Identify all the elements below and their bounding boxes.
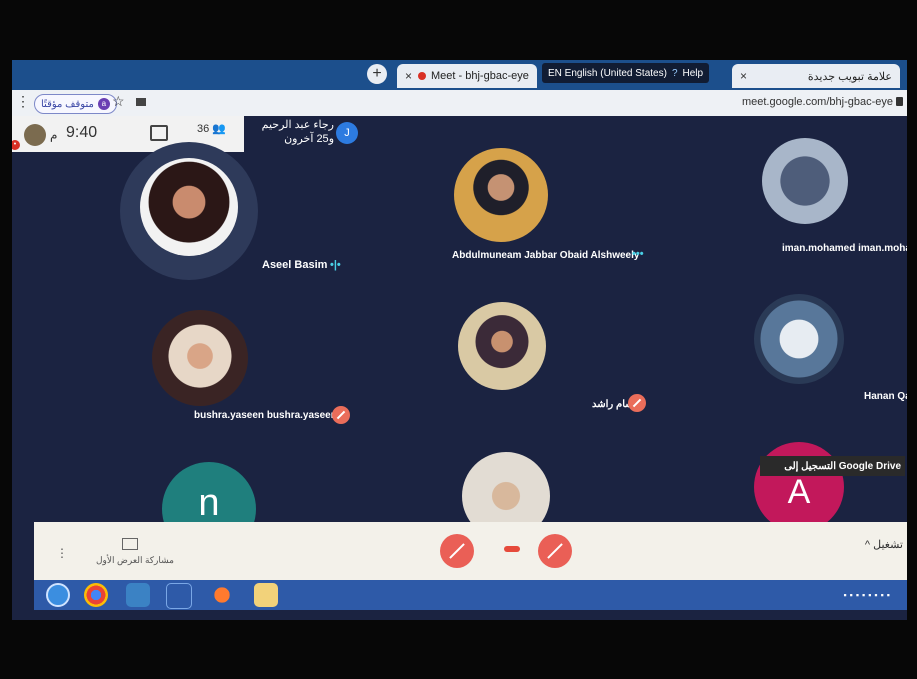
- participant-name: iman.mohamed iman.mohar: [782, 243, 907, 254]
- participant-avatar: [152, 310, 248, 406]
- os-taskbar: ▪▪▪▪▪▪▪▪: [34, 580, 907, 610]
- menu-dots-icon[interactable]: ⋮: [16, 93, 30, 110]
- participants-button[interactable]: 36 👥: [197, 122, 226, 135]
- mic-off-icon: [332, 406, 350, 424]
- help-label: Help: [682, 67, 704, 79]
- url-field[interactable]: meet.google.com/bhj-gbac-eye: [742, 96, 893, 108]
- presenter-avatar: J: [336, 122, 358, 144]
- hangup-button[interactable]: [504, 546, 520, 552]
- tab-title: Meet - bhj-gbac-eye: [431, 70, 529, 82]
- bookmark-star-icon[interactable]: ☆: [112, 93, 125, 110]
- start-button[interactable]: [46, 583, 70, 607]
- tab-new[interactable]: × علامة تبويب جديدة: [732, 64, 900, 88]
- folder-icon[interactable]: [254, 583, 278, 607]
- extension-icon[interactable]: [136, 98, 146, 106]
- language-indicator[interactable]: EN English (United States) ? Help: [542, 63, 710, 83]
- clock-time: 9:40: [66, 124, 98, 141]
- participant-name: Aseel Basim: [262, 259, 328, 271]
- mic-off-icon: [628, 394, 646, 412]
- participant-avatar: [454, 148, 548, 242]
- help-icon: ?: [671, 67, 678, 79]
- close-tab-icon[interactable]: ×: [405, 69, 412, 83]
- chat-icon[interactable]: [150, 125, 168, 141]
- close-tab-icon[interactable]: ×: [740, 69, 747, 83]
- speaking-icon: •|•: [330, 259, 341, 271]
- meeting-control-bar: ⋮ مشاركة العرض الأول ^ تشغيل: [34, 522, 907, 580]
- screen: + × Meet - bhj-gbac-eye EN English (Unit…: [12, 60, 907, 620]
- participant-avatar: [140, 158, 238, 256]
- camera-off-button[interactable]: [440, 534, 474, 568]
- app-icon[interactable]: [210, 583, 234, 607]
- more-options-icon[interactable]: ⋮: [56, 546, 68, 560]
- participant-avatar: [458, 302, 546, 390]
- self-avatar[interactable]: [24, 124, 46, 146]
- more-options-icon[interactable]: •••: [632, 248, 644, 260]
- tab-meet[interactable]: × Meet - bhj-gbac-eye: [397, 64, 537, 88]
- mic-off-button[interactable]: [538, 534, 572, 568]
- present-icon[interactable]: [122, 538, 138, 550]
- recording-icon: [418, 72, 427, 80]
- address-bar: ⋮ متوقف مؤقتًا a ☆ meet.google.com/bhj-g…: [12, 90, 907, 116]
- chrome-icon[interactable]: [84, 583, 108, 607]
- participant-avatar: [762, 138, 848, 224]
- presenter-info: رجاء عبد الرحيم و25 آخرون: [261, 119, 334, 145]
- ie-icon[interactable]: [126, 583, 150, 607]
- system-tray[interactable]: ▪▪▪▪▪▪▪▪: [843, 590, 893, 600]
- present-label[interactable]: مشاركة العرض الأول: [96, 555, 174, 566]
- participant-name: bushra.yaseen bushra.yaseen: [194, 410, 337, 421]
- lock-icon: [896, 97, 903, 106]
- recording-toast: التسجيل إلى Google Drive: [760, 456, 905, 476]
- new-tab-button[interactable]: +: [367, 64, 387, 84]
- clock-ampm: م: [50, 128, 58, 142]
- profile-avatar: a: [97, 98, 110, 110]
- people-icon: 👥: [212, 123, 227, 135]
- participant-avatar: [754, 294, 844, 384]
- chevron-up-icon: ^: [864, 539, 871, 551]
- browser-tab-bar: + × Meet - bhj-gbac-eye EN English (Unit…: [12, 60, 907, 90]
- tab-title: علامة تبويب جديدة: [807, 70, 892, 83]
- participant-name: Abdulmuneam Jabbar Obaid Alshweely: [452, 250, 640, 261]
- captions-button[interactable]: ^ تشغيل: [865, 538, 903, 551]
- media-player-icon[interactable]: [166, 583, 192, 609]
- notification-badge: •: [12, 140, 20, 150]
- profile-button[interactable]: متوقف مؤقتًا a: [34, 94, 117, 114]
- participant-name: Hanan Qa: [864, 391, 907, 402]
